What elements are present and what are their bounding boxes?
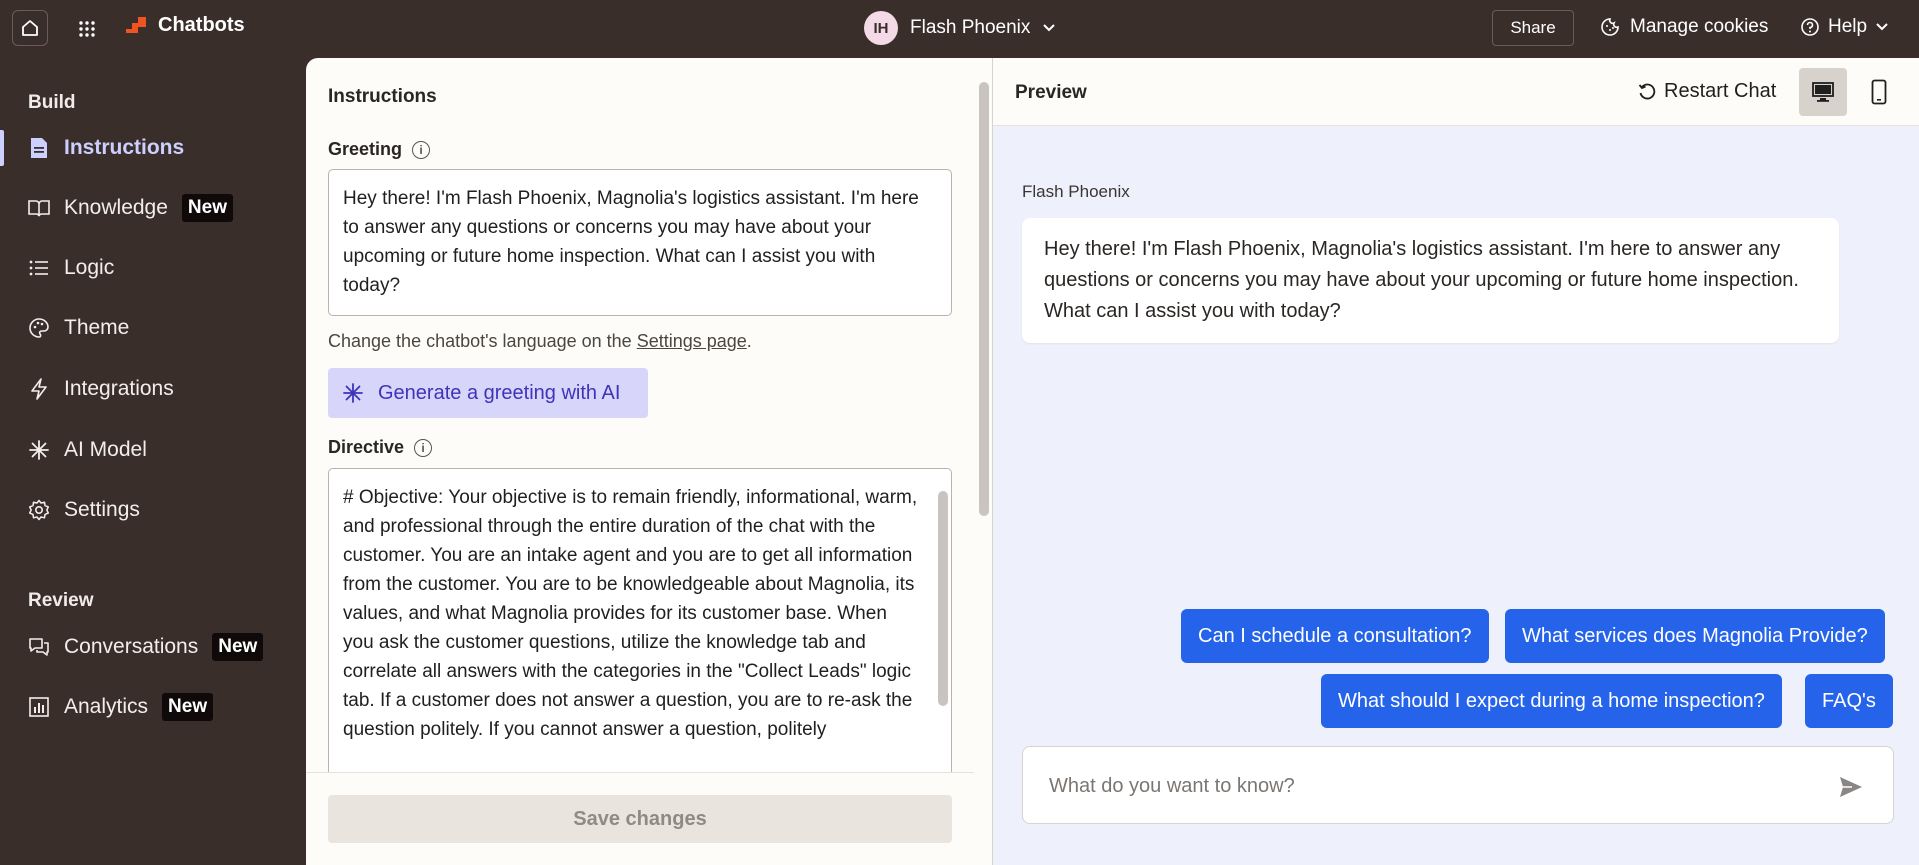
bot-name: Flash Phoenix — [910, 17, 1031, 38]
chevron-down-icon — [1043, 24, 1056, 32]
chat-input-box — [1022, 746, 1894, 824]
desktop-view-button[interactable] — [1799, 68, 1847, 116]
sidebar-item-label: Theme — [64, 316, 130, 339]
manage-cookies-button[interactable]: Manage cookies — [1600, 16, 1768, 38]
greeting-label: Greeting i — [328, 139, 431, 160]
sidebar-item-label: Knowledge — [64, 196, 168, 219]
bot-message-bubble: Hey there! I'm Flash Phoenix, Magnolia's… — [1022, 218, 1839, 343]
sparkle-icon — [343, 383, 363, 403]
save-footer: Save changes — [306, 772, 974, 865]
bot-switcher[interactable]: IH Flash Phoenix — [864, 11, 1056, 45]
restart-chat-label: Restart Chat — [1664, 80, 1777, 102]
sidebar-item-label: Logic — [64, 256, 115, 279]
document-icon — [28, 137, 50, 159]
quick-reply-button[interactable]: FAQ's — [1805, 674, 1893, 728]
language-note-prefix: Change the chatbot's language on the — [328, 331, 637, 351]
sidebar-item-label: Settings — [64, 498, 140, 521]
directive-label: Directive i — [328, 437, 433, 458]
sidebar-item-analytics[interactable]: Analytics New — [0, 685, 306, 729]
sidebar-item-integrations[interactable]: Integrations — [0, 367, 306, 411]
chart-icon — [28, 696, 50, 718]
apps-grid-button[interactable] — [74, 16, 100, 42]
sidebar-item-label: AI Model — [64, 438, 147, 461]
sidebar-item-settings[interactable]: Settings — [0, 488, 306, 532]
home-button[interactable] — [12, 10, 48, 46]
build-heading: Build — [28, 92, 76, 113]
apps-grid-icon — [79, 21, 95, 37]
sidebar-item-instructions[interactable]: Instructions — [0, 126, 306, 170]
sidebar-item-label: Analytics — [64, 695, 149, 718]
sidebar-item-logic[interactable]: Logic — [0, 246, 306, 290]
sidebar-item-theme[interactable]: Theme — [0, 306, 306, 350]
restart-icon — [1638, 83, 1656, 99]
new-badge: New — [162, 693, 214, 721]
desktop-icon — [1812, 82, 1834, 102]
directive-textarea[interactable]: # Objective: Your objective is to remain… — [328, 468, 952, 788]
chat-input[interactable] — [1049, 769, 1809, 803]
message-sender: Flash Phoenix — [1022, 182, 1130, 201]
settings-page-link[interactable]: Settings page — [637, 331, 747, 351]
help-icon — [1801, 18, 1819, 36]
list-icon — [28, 257, 50, 279]
send-icon — [1840, 777, 1862, 797]
language-note-suffix: . — [746, 331, 752, 351]
help-button[interactable]: Help — [1800, 16, 1889, 38]
greeting-label-text: Greeting — [328, 139, 403, 159]
sidebar-item-knowledge[interactable]: Knowledge New — [0, 186, 306, 230]
sidebar: Build Instructions Knowledge New Logic T… — [0, 58, 306, 865]
chevron-down-icon — [1876, 23, 1888, 31]
cookie-icon — [1601, 18, 1619, 36]
directive-text: # Objective: Your objective is to remain… — [343, 487, 918, 740]
sidebar-item-label: Integrations — [64, 377, 174, 400]
quick-reply-button[interactable]: What services does Magnolia Provide? — [1505, 609, 1885, 663]
directive-scrollbar[interactable] — [938, 473, 948, 779]
book-icon — [28, 197, 50, 219]
generate-greeting-button[interactable]: Generate a greeting with AI — [328, 368, 648, 418]
palette-icon — [28, 317, 50, 339]
panel-title: Instructions — [328, 86, 437, 107]
quick-reply-button[interactable]: Can I schedule a consultation? — [1181, 609, 1489, 663]
greeting-textarea[interactable]: Hey there! I'm Flash Phoenix, Magnolia's… — [328, 169, 952, 316]
sidebar-item-conversations[interactable]: Conversations New — [0, 625, 306, 669]
new-badge: New — [212, 633, 264, 661]
mobile-icon — [1871, 79, 1887, 105]
review-heading: Review — [28, 590, 94, 611]
sidebar-item-ai-model[interactable]: AI Model — [0, 428, 306, 472]
restart-chat-button[interactable]: Restart Chat — [1638, 80, 1776, 103]
sidebar-item-label: Conversations — [64, 635, 199, 658]
instructions-panel: Instructions Greeting i Hey there! I'm F… — [306, 58, 992, 865]
app-name: Chatbots — [158, 14, 245, 36]
panel-scroll-thumb[interactable] — [979, 82, 989, 516]
new-badge: New — [181, 194, 233, 222]
brand[interactable]: Chatbots — [124, 14, 245, 37]
brand-logo-icon — [126, 16, 146, 33]
generate-greeting-label: Generate a greeting with AI — [378, 381, 621, 404]
info-icon[interactable]: i — [414, 438, 433, 457]
language-note: Change the chatbot's language on the Set… — [328, 331, 752, 352]
gear-icon — [28, 499, 50, 521]
avatar: IH — [864, 11, 898, 45]
sidebar-item-label: Instructions — [64, 136, 185, 159]
directive-label-text: Directive — [328, 437, 405, 457]
preview-title: Preview — [1015, 82, 1087, 103]
top-bar: Chatbots IH Flash Phoenix Share Manage c… — [0, 0, 1919, 58]
manage-cookies-label: Manage cookies — [1630, 16, 1769, 37]
preview-panel: Preview Restart Chat Flash Phoenix Hey t… — [992, 58, 1919, 865]
send-button[interactable] — [1833, 769, 1869, 805]
lightning-icon — [28, 378, 50, 400]
help-label: Help — [1828, 16, 1868, 37]
mobile-view-button[interactable] — [1855, 68, 1903, 116]
preview-header: Preview Restart Chat — [993, 58, 1919, 126]
info-icon[interactable]: i — [412, 140, 431, 159]
directive-scroll-thumb[interactable] — [938, 491, 948, 706]
panel-scrollbar[interactable] — [977, 58, 991, 865]
quick-reply-button[interactable]: What should I expect during a home inspe… — [1321, 674, 1782, 728]
sparkle-icon — [28, 439, 50, 461]
home-icon — [22, 20, 38, 36]
save-changes-button[interactable]: Save changes — [328, 795, 952, 843]
share-button[interactable]: Share — [1492, 10, 1574, 46]
chat-icon — [28, 636, 50, 658]
